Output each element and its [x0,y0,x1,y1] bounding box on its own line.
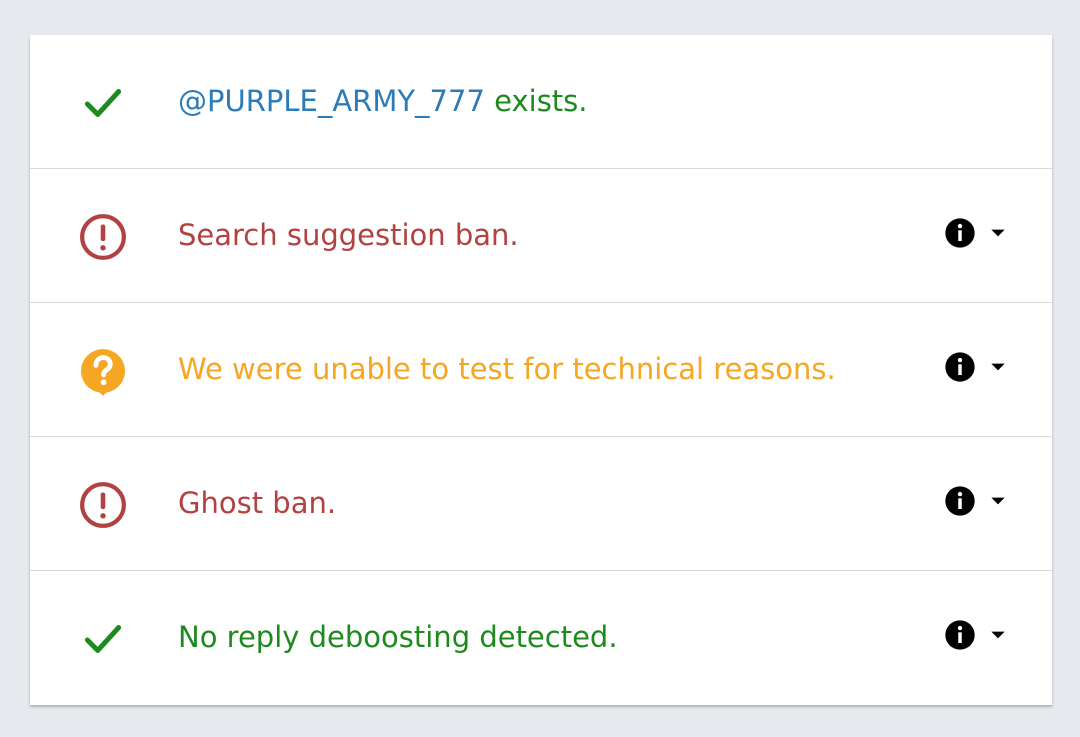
result-message: Ghost ban. [178,486,337,520]
check-icon [78,78,128,128]
row-actions [944,347,1008,387]
result-text: exists. [484,84,588,118]
row-actions [944,213,1008,253]
result-message: No reply deboosting detected. [178,620,618,654]
caret-down-icon[interactable] [988,357,1008,377]
caret-down-icon[interactable] [988,223,1008,243]
info-icon[interactable] [944,485,976,517]
exclamation-circle-icon [78,480,128,530]
info-icon[interactable] [944,351,976,383]
result-row-search-ban: We were unable to test for technical rea… [30,303,1052,437]
result-row-reply-deboosting: No reply deboosting detected. [30,571,1052,705]
result-message: Search suggestion ban. [178,218,519,252]
exclamation-circle-icon [78,212,128,262]
result-row-ghost-ban: Ghost ban. [30,437,1052,571]
info-icon[interactable] [944,217,976,249]
result-row-search-suggestion-ban: Search suggestion ban. [30,169,1052,303]
caret-down-icon[interactable] [988,625,1008,645]
result-message: We were unable to test for technical rea… [178,352,836,386]
result-row-exists: @PURPLE_ARMY_777 exists. [30,35,1052,169]
row-actions [944,481,1008,521]
question-bubble-icon [78,346,128,396]
user-handle[interactable]: @PURPLE_ARMY_777 [178,84,485,118]
result-message: @PURPLE_ARMY_777 exists. [178,81,588,121]
caret-down-icon[interactable] [988,491,1008,511]
row-actions [944,615,1008,655]
results-card: @PURPLE_ARMY_777 exists. Search suggesti… [30,35,1052,705]
info-icon[interactable] [944,619,976,651]
check-icon [78,614,128,664]
